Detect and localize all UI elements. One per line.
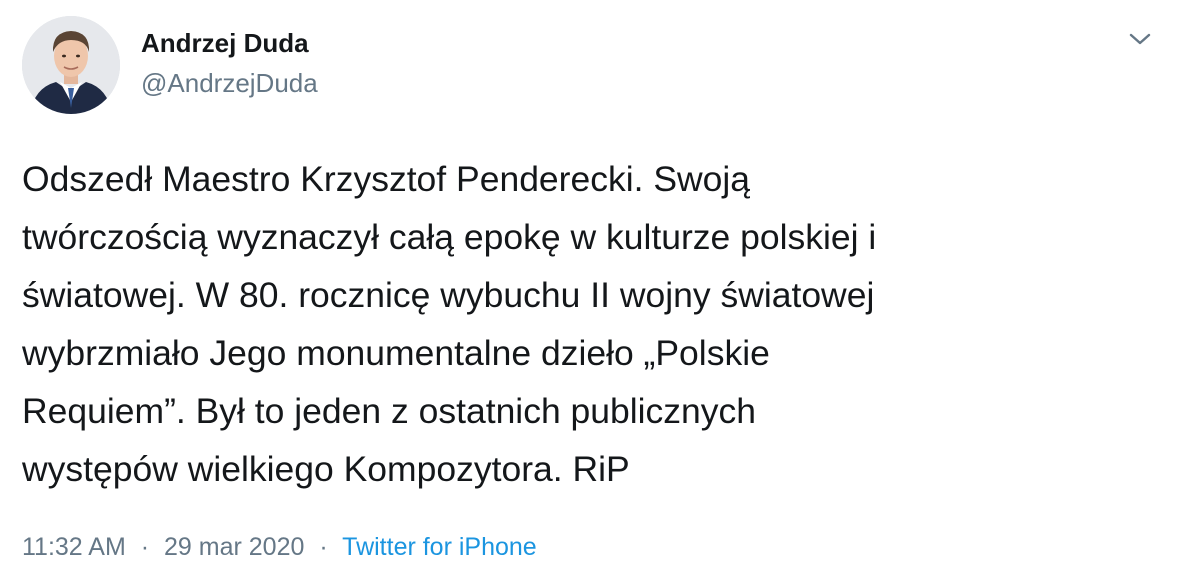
tweet-source-link[interactable]: Twitter for iPhone [342,533,537,561]
meta-separator: · [140,533,150,561]
user-handle[interactable]: @AndrzejDuda [141,68,318,99]
chevron-down-icon[interactable] [1126,28,1154,50]
avatar[interactable] [22,16,120,114]
tweet-text: Odszedł Maestro Krzysztof Penderecki. Sw… [22,159,877,489]
avatar-portrait [22,16,120,114]
tweet-meta: 11:32 AM · 29 mar 2020 · Twitter for iPh… [22,533,537,562]
tweet-date[interactable]: 29 mar 2020 [164,533,304,561]
tweet-time[interactable]: 11:32 AM [22,533,126,561]
meta-separator-2: · [319,533,328,561]
display-name[interactable]: Andrzej Duda [141,28,309,59]
